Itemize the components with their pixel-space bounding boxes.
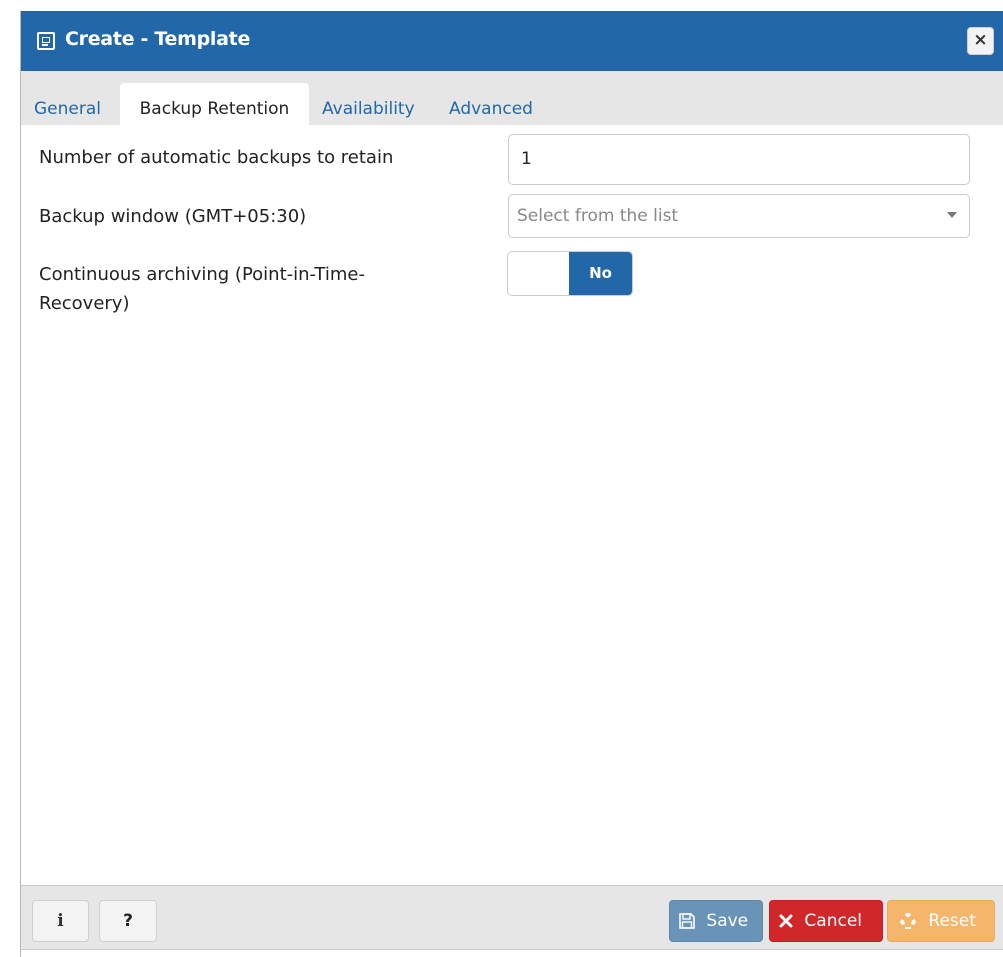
dialog-title: Create - Template xyxy=(65,28,251,50)
backup-window-label: Backup window (GMT+05:30) xyxy=(39,206,307,227)
cancel-button-label: Cancel xyxy=(804,911,862,931)
continuous-archiving-label: Continuous archiving (Point-in-Time- Rec… xyxy=(39,260,365,318)
save-button[interactable]: Save xyxy=(669,900,763,942)
tab-general-label: General xyxy=(34,99,101,119)
backups-to-retain-input[interactable]: 1 xyxy=(508,134,970,185)
backup-window-select[interactable]: Select from the list xyxy=(508,194,970,238)
cancel-button[interactable]: Cancel xyxy=(769,900,883,942)
close-icon xyxy=(779,914,793,928)
save-button-label: Save xyxy=(706,911,749,931)
close-button[interactable]: × xyxy=(967,27,994,55)
tab-advanced[interactable]: Advanced xyxy=(449,83,549,125)
reset-button[interactable]: Reset xyxy=(887,900,995,942)
create-template-dialog: Create - Template × General Backup Reten… xyxy=(20,11,1003,957)
continuous-archiving-label-line1: Continuous archiving (Point-in-Time- xyxy=(39,264,365,285)
backups-to-retain-label: Number of automatic backups to retain xyxy=(39,147,394,168)
save-icon xyxy=(679,913,695,929)
toggle-state-no: No xyxy=(569,252,632,295)
recycle-icon xyxy=(900,912,916,929)
tab-general[interactable]: General xyxy=(34,83,110,125)
continuous-archiving-toggle[interactable]: No xyxy=(507,251,633,296)
info-button[interactable]: i xyxy=(32,900,89,942)
reset-button-label: Reset xyxy=(928,911,976,931)
dialog-footer: i ? Save Cancel Reset xyxy=(21,885,1003,949)
continuous-archiving-label-line2: Recovery) xyxy=(39,293,130,314)
dialog-titlebar[interactable]: Create - Template × xyxy=(21,11,1003,71)
tab-availability[interactable]: Availability xyxy=(322,83,437,125)
dialog-bottom-edge xyxy=(21,949,1003,957)
help-button[interactable]: ? xyxy=(99,900,157,942)
backup-window-placeholder: Select from the list xyxy=(517,206,679,226)
template-icon xyxy=(37,32,55,50)
chevron-down-icon xyxy=(947,212,957,218)
tab-backup-retention[interactable]: Backup Retention xyxy=(120,83,309,125)
tab-backup-retention-label: Backup Retention xyxy=(139,99,290,119)
tab-advanced-label: Advanced xyxy=(449,99,533,119)
tab-bar: General Backup Retention Availability Ad… xyxy=(21,71,1003,125)
tab-availability-label: Availability xyxy=(322,99,415,119)
